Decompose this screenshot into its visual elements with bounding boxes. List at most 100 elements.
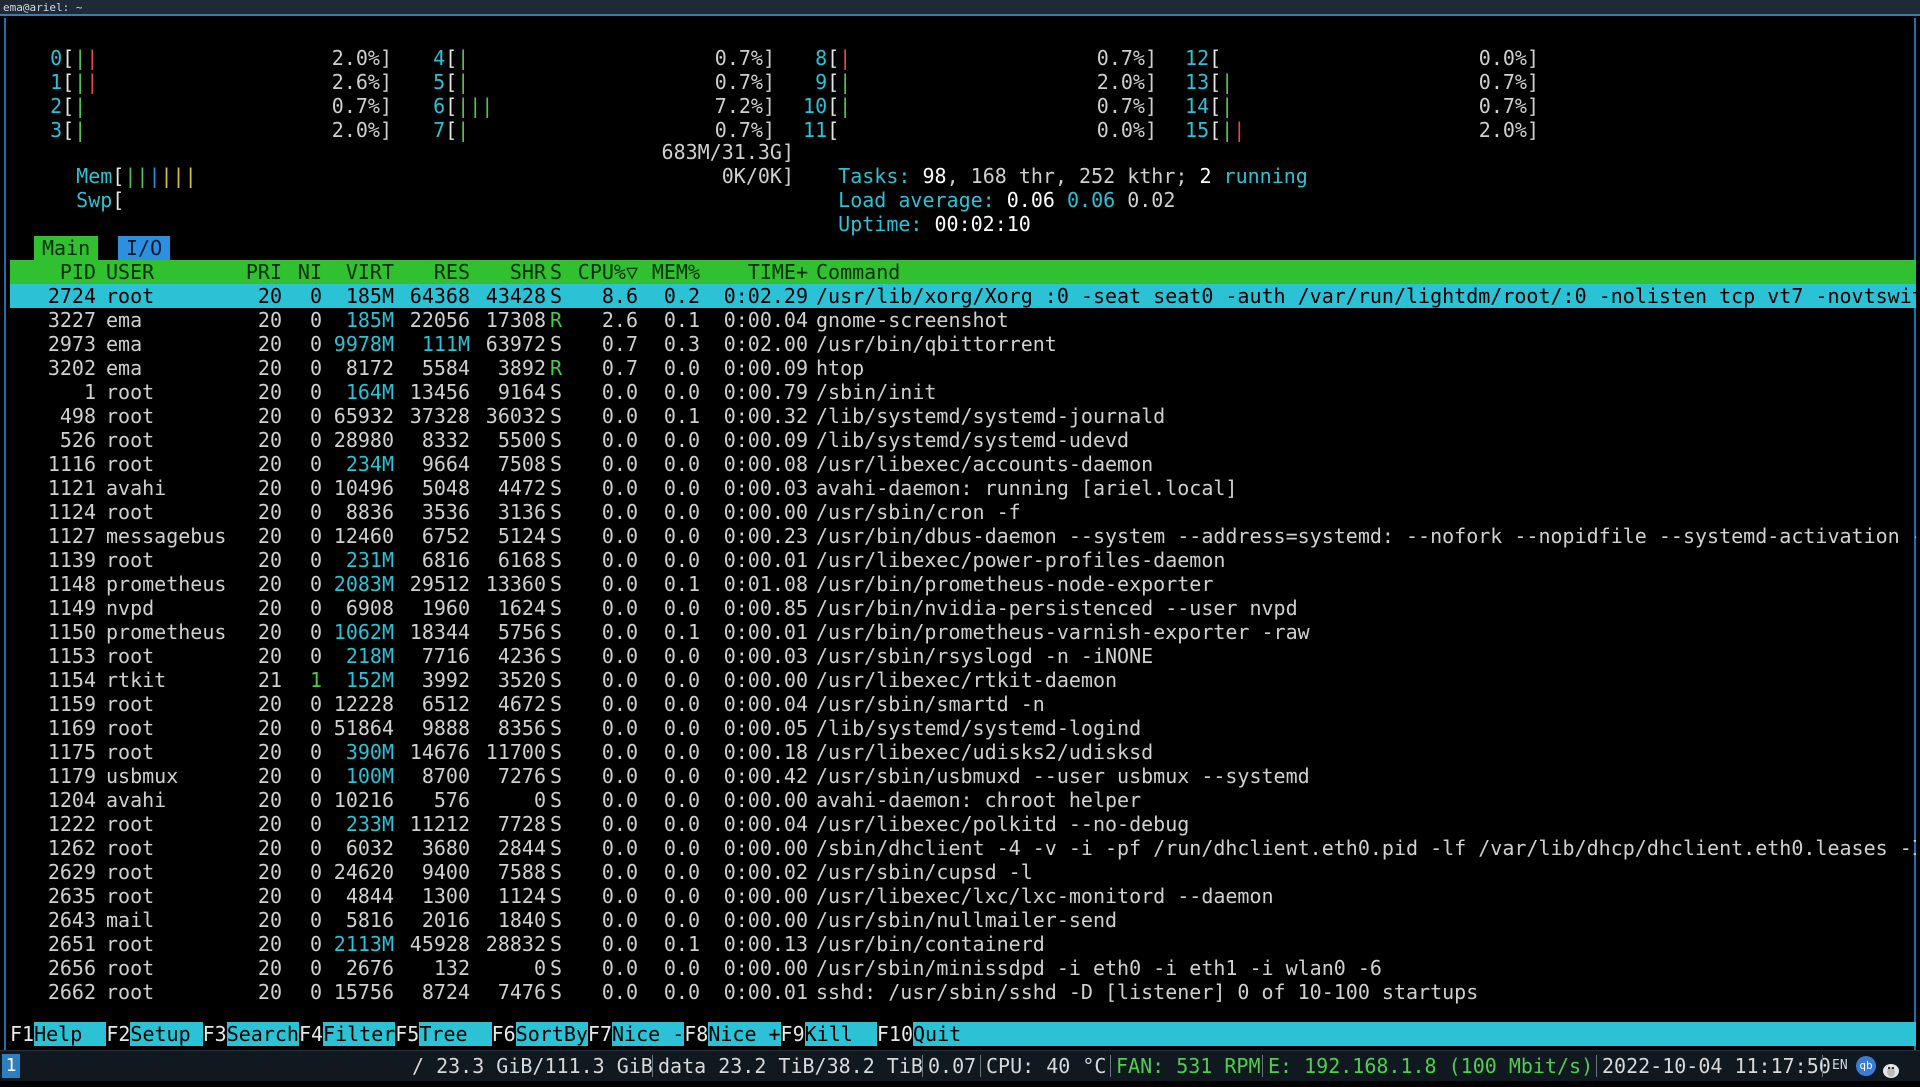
col-mem[interactable]: MEM% [640,260,700,284]
fkey-f3[interactable]: F3Search [202,1022,299,1046]
process-pid: 2651 [47,932,96,956]
process-row[interactable]: 498 root 20 0 65932 37328 36032 S 0.0 0.1 0:00.32/… [10,404,1916,428]
process-command: /usr/libexec/accounts-daemon [816,452,1154,476]
process-row[interactable]: 1150 prometheus 20 0 1062M 18344 5756 S 0.0 0.1 0:… [10,620,1916,644]
process-mem: 0.0 [663,908,700,932]
process-row[interactable]: 1121 avahi 20 0 10496 5048 4472 S 0.0 0.0 0:00.03 a… [10,476,1916,500]
process-row[interactable]: 2629 root 20 0 24620 9400 7588 S 0.0 0.0 0:00.02/u… [10,860,1916,884]
process-user: root [106,500,155,524]
process-row[interactable]: 1204 avahi 20 0 10216 576 0 S 0.0 0.0 0:00.00 avahi… [10,788,1916,812]
process-row[interactable]: 1262 root 20 0 6032 3680 2844 S 0.0 0.0 0:00.00/sb… [10,836,1916,860]
process-virt: 100M [345,764,394,788]
process-pid: 2973 [47,332,96,356]
process-row[interactable]: 2635 root 20 0 4844 1300 1124 S 0.0 0.0 0:00.00/us… [10,884,1916,908]
tab-io[interactable]: I/O [118,236,171,260]
terminal-area[interactable]: 0[|| 2.0%] 1[|| 2.6%] 2[| 0.7%] 3[| 2.0%] 4[… [4,18,1916,1050]
workspace-button[interactable]: 1 [2,1054,20,1078]
process-mem: 0.0 [663,452,700,476]
process-row[interactable]: 2662 root 20 0 15756 8724 7476 S 0.0 0.0 0:00.01 ss… [10,980,1916,1004]
process-row[interactable]: 1149 nvpd 20 0 6908 1960 1624 S 0.0 0.0 0:00.85/us… [10,596,1916,620]
process-row[interactable]: 1153 root 20 0 218M 7716 4236 S 0.0 0.0 0:00.03/us… [10,644,1916,668]
process-mem: 0.0 [663,548,700,572]
fkey-f7[interactable]: F7Nice - [587,1022,685,1046]
process-row[interactable]: 1 root 20 0 164M 13456 9164 S 0.0 0.0 0:00.79/sbin… [10,380,1916,404]
process-row[interactable]: 1116 root 20 0 234M 9664 7508 S 0.0 0.0 0:00.08/us… [10,452,1916,476]
cpu-meter-percent: 2.0%] [331,46,392,70]
col-virt[interactable]: VIRT [310,260,394,284]
process-shr: 13360 [485,572,546,596]
process-mem: 0.0 [663,524,700,548]
process-time: 0:00.04 [723,812,808,836]
penguin-tray-icon[interactable] [1880,1057,1902,1078]
process-virt: 152M [345,668,394,692]
process-row[interactable]: 2651 root 20 0 2113M 45928 28832 S 0.0 0.1 0:00.13… [10,932,1916,956]
fan-status: FAN: 531 RPM [1116,1054,1261,1078]
col-res[interactable]: RES [394,260,470,284]
process-user: root [106,548,155,572]
fkey-f1[interactable]: F1Help [10,1022,107,1046]
process-res: 9664 [421,452,470,476]
process-cpu: 8.6 [601,284,638,308]
process-row[interactable]: 2724 root 20 0 185M 64368 43428 S 8.6 0.2 0:02.29/… [10,284,1916,308]
qbittorrent-tray-icon[interactable]: qb [1856,1056,1876,1076]
fkey-number: F9 [780,1022,805,1046]
col-pri[interactable]: PRI [220,260,282,284]
process-row[interactable]: 2656 root 20 0 2676 132 0 S 0.0 0.0 0:00.00/usr/sb… [10,956,1916,980]
process-pri: 20 [257,380,282,404]
process-row[interactable]: 1179 usbmux 20 0 100M 8700 7276 S 0.0 0.0 0:00.42/… [10,764,1916,788]
process-state: S [550,500,563,524]
qbittorrent-tray-label: qb [1859,1059,1873,1072]
keyboard-layout-indicator[interactable]: EN [1832,1058,1848,1074]
process-user: root [106,836,155,860]
process-state: S [550,476,563,500]
process-row[interactable]: 1148 prometheus 20 0 2083M 29512 13360 S 0.0 0.1 0… [10,572,1916,596]
process-cpu: 0.0 [601,740,638,764]
process-row[interactable]: 1175 root 20 0 390M 14676 11700 S 0.0 0.0 0:00.18/… [10,740,1916,764]
swp-value: 0K/0K] [721,164,794,188]
process-row[interactable]: 3227 ema 20 0 185M 22056 17308 R 2.6 0.1 0:00.04 gn… [10,308,1916,332]
process-shr: 28832 [485,932,546,956]
process-row[interactable]: 1169 root 20 0 51864 9888 8356 S 0.0 0.0 0:00.05/l… [10,716,1916,740]
process-row[interactable]: 1159 root 20 0 12228 6512 4672 S 0.0 0.0 0:00.04/u… [10,692,1916,716]
col-cpu[interactable]: CPU%▽ [570,260,638,284]
process-pid: 1149 [47,596,96,620]
col-command[interactable]: Command [816,260,1916,284]
tab-main[interactable]: Main [34,236,99,260]
fkey-f2[interactable]: F2Setup [106,1022,203,1046]
process-row[interactable]: 1127 messagebus 20 0 12460 6752 5124 S 0.0 0.0 0:0… [10,524,1916,548]
cpu-meter-10: 10[| 0.7%] [791,94,1157,118]
process-row[interactable]: 1154 rtkit 21 1 152M 3992 3520 S 0.0 0.0 0:00.00/u… [10,668,1916,692]
process-cpu: 0.0 [601,620,638,644]
fkey-f9[interactable]: F9Kill [780,1022,877,1046]
process-row[interactable]: 2643 mail 20 0 5816 2016 1840 S 0.0 0.0 0:00.00/us… [10,908,1916,932]
process-mem: 0.0 [663,812,700,836]
col-shr[interactable]: SHR [470,260,546,284]
process-row[interactable]: 3202 ema 20 0 8172 5584 3892 R 0.7 0.0 0:00.09 htop [10,356,1916,380]
col-time[interactable]: TIME+ [700,260,808,284]
process-res: 18344 [409,620,470,644]
fkey-f10[interactable]: F10Quit [876,1022,986,1046]
fkey-f8[interactable]: F8Nice + [684,1022,781,1046]
cpu-meter-percent: 0.7%] [331,94,392,118]
process-row[interactable]: 1222 root 20 0 233M 11212 7728 S 0.0 0.0 0:00.04/u… [10,812,1916,836]
process-pri: 20 [257,884,282,908]
col-user[interactable]: USER [106,260,226,284]
process-row[interactable]: 2973 ema 20 0 9978M 111M 63972 S 0.7 0.3 0:02.00/u… [10,332,1916,356]
col-pid[interactable]: PID [10,260,96,284]
fkey-f4[interactable]: F4Filter [298,1022,396,1046]
cpu-usage-bar: | [86,70,99,94]
process-pid: 2629 [47,860,96,884]
cpu-meter-label: 3 [26,118,63,142]
fkey-number: F10 [876,1022,913,1046]
col-state[interactable]: S [550,260,570,284]
process-shr: 0 [533,788,546,812]
fkey-f5[interactable]: F5Tree [395,1022,492,1046]
cpu-meter-percent: 0.0%] [1478,46,1539,70]
cpu-usage-bar: | [839,46,852,70]
process-row[interactable]: 1124 root 20 0 8836 3536 3136 S 0.0 0.0 0:00.00/us… [10,500,1916,524]
process-cpu: 0.0 [601,476,638,500]
process-state: S [550,908,563,932]
process-row[interactable]: 1139 root 20 0 231M 6816 6168 S 0.0 0.0 0:00.01/us… [10,548,1916,572]
fkey-f6[interactable]: F6SortBy [491,1022,588,1046]
process-row[interactable]: 526 root 20 0 28980 8332 5500 S 0.0 0.0 0:00.09/li… [10,428,1916,452]
